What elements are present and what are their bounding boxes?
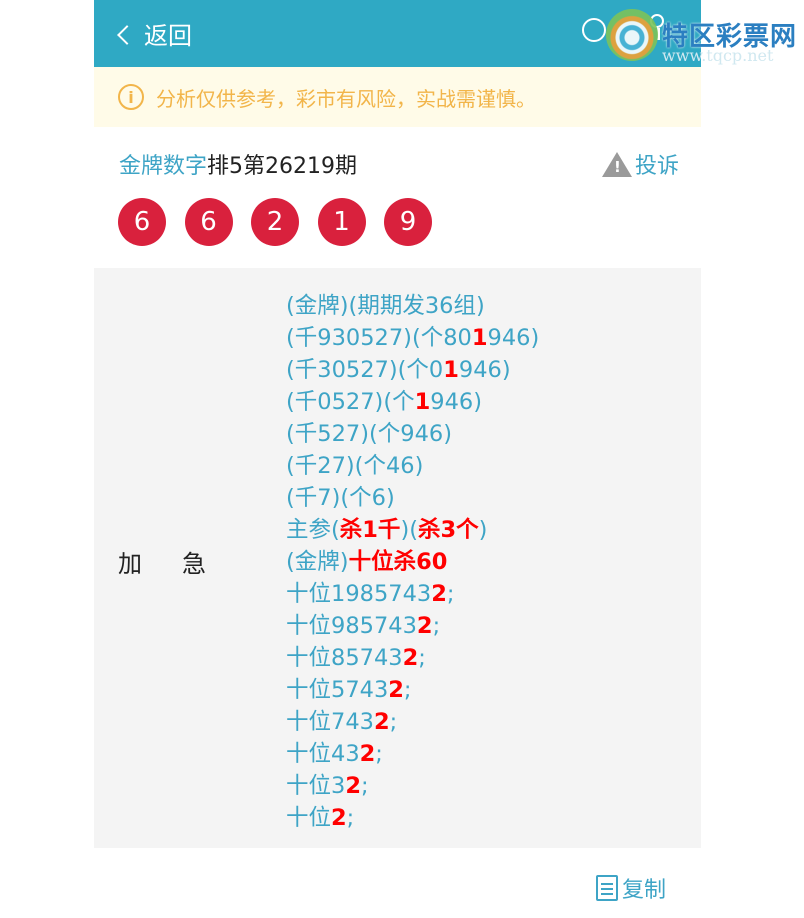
line-text: (千7)(个6): [286, 485, 395, 511]
line-text: ;: [432, 613, 441, 639]
back-label: 返回: [144, 22, 192, 50]
line-text: (千0527)(个: [286, 389, 415, 415]
highlight-text: 2: [331, 805, 347, 831]
complain-label: 投诉: [634, 154, 679, 179]
line-text: 十位85743: [286, 645, 403, 671]
highlight-text: 2: [373, 709, 390, 735]
post-title-row: 金牌数字排5第26219期 投诉: [119, 148, 679, 180]
line-text: ;: [418, 645, 426, 671]
highlight-text: 2: [431, 581, 447, 607]
analysis-line: 十位9857432;: [286, 610, 539, 642]
chevron-left-icon: [117, 24, 137, 45]
highlight-text: 2: [388, 677, 404, 703]
post-issue: 排5第26219期: [207, 154, 357, 179]
line-text: )(: [400, 517, 418, 543]
line-text: (金牌)(期期发36组): [286, 293, 485, 319]
line-text: ): [478, 517, 488, 543]
analysis-line: 主参(杀1千)(杀3个): [286, 514, 539, 546]
complain-button[interactable]: 投诉: [601, 148, 679, 180]
number-ball: 9: [384, 198, 432, 246]
warning-icon: [601, 151, 632, 177]
page-container: 返回 i 分析仅供参考，彩市有风险，实战需谨慎。 金牌数字排5第26219期 投…: [94, 0, 701, 918]
lottery-numbers: 6 6 2 1 9: [118, 198, 451, 246]
analysis-line: (千7)(个6): [286, 482, 539, 514]
copy-button[interactable]: 复制: [596, 872, 666, 904]
line-text: 十位5743: [286, 677, 389, 703]
line-text: (千30527)(个0: [286, 357, 444, 383]
analysis-line: (千30527)(个01946): [286, 354, 539, 386]
analysis-line: (金牌)(期期发36组): [286, 290, 539, 322]
highlight-text: 十位杀60: [348, 549, 448, 575]
number-ball: 1: [317, 198, 366, 246]
analysis-line: 十位57432;: [286, 674, 539, 706]
number-ball: 6: [118, 198, 166, 246]
line-text: 946): [487, 325, 540, 351]
line-text: ;: [346, 805, 355, 831]
line-text: (千527)(个946): [286, 421, 453, 447]
highlight-text: 2: [416, 613, 433, 639]
line-text: 十位3: [286, 773, 346, 799]
highlight-text: 杀1千: [339, 517, 401, 543]
analysis-line: 十位32;: [286, 770, 539, 802]
analysis-line: 十位7432;: [286, 706, 539, 738]
analysis-line: (千27)(个46): [286, 450, 539, 482]
site-watermark: 特区彩票网 www.tqcp.net: [600, 6, 804, 66]
copy-label: 复制: [622, 878, 667, 903]
analysis-lines: (金牌)(期期发36组) (千930527)(个801946) (千30527)(个…: [286, 290, 539, 834]
line-text: ;: [375, 741, 383, 767]
highlight-text: 2: [345, 773, 361, 799]
analysis-line: 十位2;: [286, 802, 539, 834]
highlight-text: 2: [402, 645, 419, 671]
analysis-line: 十位432;: [286, 738, 539, 770]
content-label: 加急: [118, 544, 246, 579]
analysis-line: (千527)(个946): [286, 418, 539, 450]
risk-notice: i 分析仅供参考，彩市有风险，实战需谨慎。: [94, 67, 701, 127]
analysis-content: 加急 (金牌)(期期发36组) (千930527)(个801946) (千30527…: [94, 268, 701, 848]
label-char: 急: [182, 550, 208, 578]
line-text: (金牌): [286, 549, 349, 575]
watermark-url: www.tqcp.net: [662, 46, 774, 65]
number-ball: 2: [251, 198, 299, 246]
line-text: ;: [389, 709, 398, 735]
highlight-text: 1: [443, 357, 459, 383]
site-logo-icon: [606, 9, 658, 61]
line-text: ;: [360, 773, 369, 799]
line-text: 十位43: [286, 741, 360, 767]
analysis-line: 十位19857432;: [286, 578, 539, 610]
highlight-text: 2: [359, 741, 376, 767]
line-text: 十位: [286, 805, 332, 831]
document-icon: [596, 875, 618, 901]
line-text: ;: [403, 677, 412, 703]
analysis-line: 十位857432;: [286, 642, 539, 674]
line-text: 十位1985743: [286, 581, 432, 607]
back-button[interactable]: 返回: [117, 0, 192, 67]
info-icon: i: [118, 84, 144, 110]
post-title: 金牌数字排5第26219期: [119, 148, 679, 180]
label-char: 加: [118, 550, 144, 578]
analysis-line: (千0527)(个1946): [286, 386, 539, 418]
analysis-line: (金牌)十位杀60: [286, 546, 539, 578]
line-text: 主参(: [286, 517, 340, 543]
line-text: (千930527)(个80: [286, 325, 472, 351]
highlight-text: 1: [471, 325, 488, 351]
line-text: 十位743: [286, 709, 374, 735]
analysis-line: (千930527)(个801946): [286, 322, 539, 354]
notice-text: 分析仅供参考，彩市有风险，实战需谨慎。: [156, 86, 536, 111]
line-text: 946): [430, 389, 482, 415]
highlight-text: 1: [414, 389, 431, 415]
line-text: 946): [458, 357, 511, 383]
highlight-text: 杀3个: [418, 517, 479, 543]
line-text: 十位985743: [286, 613, 417, 639]
line-text: (千27)(个46): [286, 453, 424, 479]
line-text: ;: [446, 581, 455, 607]
number-ball: 6: [184, 198, 233, 246]
post-author[interactable]: 金牌数字: [119, 154, 207, 179]
